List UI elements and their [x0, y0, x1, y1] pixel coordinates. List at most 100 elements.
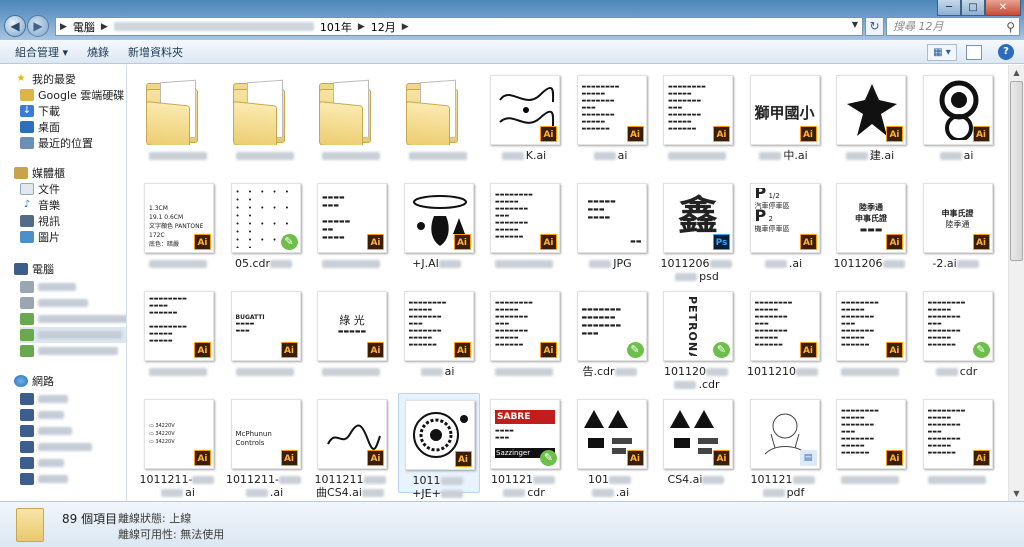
file-item[interactable]: ▬▬▬▬▬▬▬▬ ▬▬▬▬▬ ▬▬▬▬▬▬▬ ▬▬▬ ▬▬▬▬▬▬▬ ▬▬▬▬▬ ▬▬▬▬▬…	[744, 285, 826, 385]
file-thumbnail: ▬▬▬▬▬▬▬▬ ▬▬▬▬▬ ▬▬▬▬▬▬▬ ▬▬▬ ▬▬▬▬▬▬▬ ▬▬▬▬▬ ▬▬▬▬▬…	[403, 291, 474, 361]
file-item[interactable]: ▬▬▬▬▬ ▬▬▬ ▬▬▬▬ ▬▬ JPG	[571, 177, 653, 277]
nav-google-drive[interactable]: Google 雲端硬碟	[20, 87, 124, 103]
file-item[interactable]: ▭ 34220V ▭ 34220V ▭ 34220V Ai 1011211- ai	[138, 393, 220, 499]
breadcrumb-month[interactable]: 12月	[371, 19, 396, 35]
nav-favorites[interactable]: ★ 我的最愛	[14, 71, 76, 87]
file-thumbnail: 綠 光 ▬▬▬▬▬ Ai	[317, 291, 387, 361]
file-item[interactable]: ▬▬▬▬▬▬▬▬ ▬▬▬▬▬ ▬▬▬▬▬▬▬ ▬▬▬ ▬▬▬▬▬▬▬ ▬▬▬▬▬ ▬▬▬▬▬…	[398, 285, 480, 385]
file-item[interactable]: ▤ 101121 pdf	[744, 393, 826, 499]
nav-network-pc[interactable]	[20, 439, 92, 455]
change-view-button[interactable]: ▦ ▾	[927, 44, 957, 61]
file-item[interactable]: PETRONAS ✎ 101120 .cdr	[657, 285, 739, 391]
blurred-text	[495, 260, 553, 268]
nav-network-pc[interactable]	[20, 423, 72, 439]
search-input[interactable]: 搜尋 12月 ⚲	[886, 17, 1020, 36]
file-item[interactable]: 1.3CM19.1 0.6CM文字顏色 PANTONE 172C底色：暗嚴數量1…	[138, 177, 220, 277]
maximize-button[interactable]: □	[961, 0, 985, 16]
nav-music[interactable]: ♪ 音樂	[20, 197, 60, 213]
breadcrumb-year[interactable]: 101年	[320, 19, 352, 35]
file-item[interactable]: McPhunun Controls Ai 1011211- .ai	[225, 393, 307, 499]
file-item[interactable]: 綠 光 ▬▬▬▬▬ Ai	[311, 285, 393, 385]
drive-icon	[20, 281, 34, 293]
file-item[interactable]: Ai K.ai	[484, 69, 566, 169]
nav-network-pc[interactable]	[20, 455, 64, 471]
item-count: 89 個項目	[62, 512, 118, 526]
folder-item[interactable]	[311, 69, 393, 169]
file-item[interactable]: Ai 101 .ai	[571, 393, 653, 499]
preview-pane-button[interactable]	[966, 45, 982, 60]
file-item[interactable]: ▬▬▬▬▬▬▬▬ ▬▬▬▬▬ ▬▬▬▬▬▬▬ ▬▬▬ ▬▬▬▬▬▬▬ ▬▬▬▬▬ ▬▬▬▬▬…	[571, 69, 653, 169]
nav-documents[interactable]: 文件	[20, 181, 60, 197]
folder-item[interactable]	[225, 69, 307, 169]
nav-desktop[interactable]: 桌面	[20, 119, 60, 135]
nav-videos[interactable]: 視訊	[20, 213, 60, 229]
file-item[interactable]: ▬▬▬▬▬▬▬▬ ▬▬▬▬▬ ▬▬▬▬▬▬▬ ▬▬▬ ▬▬▬▬▬▬▬ ▬▬▬▬▬ ▬▬▬▬▬…	[830, 393, 912, 493]
vertical-scrollbar[interactable]: ▲ ▼	[1008, 65, 1024, 501]
burn-button[interactable]: 燒錄	[87, 44, 109, 60]
file-item[interactable]: ▬▬▬▬▬▬▬▬ ▬▬▬▬▬ ▬▬▬▬▬▬▬ ▬▬▬ ▬▬▬▬▬▬▬ ▬▬▬▬▬ ▬▬▬▬▬…	[657, 69, 739, 169]
file-name-line	[484, 257, 564, 270]
file-item[interactable]: ▬▬▬▬ ▬▬▬ ▬▬▬▬▬ ▬▬ ▬▬▬▬ Ai	[311, 177, 393, 277]
file-item[interactable]: ▬▬▬▬▬▬▬ ▬▬▬▬▬▬ ▬▬▬▬▬▬▬ ▬▬▬ ✎ 告.cdr	[571, 285, 653, 385]
scroll-up-arrow[interactable]: ▲	[1009, 65, 1024, 80]
blurred-text	[589, 260, 612, 268]
nav-network-pc[interactable]	[20, 471, 68, 487]
file-item[interactable]: 陸季通 申事氏證 ▬▬▬ Ai 1011206	[830, 177, 912, 277]
file-item[interactable]: ▬▬▬▬▬▬▬▬ ▬▬▬▬▬ ▬▬▬▬▬▬▬ ▬▬▬ ▬▬▬▬▬▬▬ ▬▬▬▬▬ ▬▬▬▬▬…	[917, 285, 999, 385]
file-item[interactable]: ▬▬▬▬▬▬▬▬ ▬▬▬▬▬ ▬▬▬▬▬▬▬ ▬▬▬ ▬▬▬▬▬▬▬ ▬▬▬▬▬ ▬▬▬▬▬…	[917, 393, 999, 493]
file-item[interactable]: Ai ai	[917, 69, 999, 169]
nav-recent[interactable]: 最近的位置	[20, 135, 93, 151]
nav-drive[interactable]	[20, 279, 76, 295]
new-folder-button[interactable]: 新增資料夾	[128, 44, 183, 60]
file-item[interactable]: ▬▬▬▬▬▬▬▬ ▬▬▬▬▬ ▬▬▬▬▬▬▬ ▬▬▬ ▬▬▬▬▬▬▬ ▬▬▬▬▬ ▬▬▬▬▬…	[830, 285, 912, 385]
nav-network-pc[interactable]	[20, 407, 64, 423]
file-name-text: 告.cdr	[582, 365, 615, 378]
forward-button[interactable]: ▶	[27, 15, 49, 37]
nav-drive[interactable]	[20, 327, 126, 343]
nav-network[interactable]: 網路	[14, 373, 54, 389]
nav-drive[interactable]	[20, 343, 118, 359]
file-name-line: .cdr	[657, 378, 737, 391]
file-item[interactable]: ▬▬▬▬▬▬▬▬ ▬▬▬▬▬ ▬▬▬▬▬▬▬ ▬▬▬ ▬▬▬▬▬▬▬ ▬▬▬▬▬ ▬▬▬▬▬…	[484, 177, 566, 277]
refresh-button[interactable]: ↻	[865, 17, 884, 36]
file-item[interactable]: ▬▬▬▬▬▬▬▬ ▬▬▬▬▬ ▬▬▬▬▬▬▬ ▬▬▬ ▬▬▬▬▬▬▬ ▬▬▬▬▬ ▬▬▬▬▬…	[484, 285, 566, 385]
file-item[interactable]: • • • • • • • • • • • • • • • • • • • • • •…	[225, 177, 307, 277]
file-item[interactable]: SABRE ▬▬▬▬ ▬▬▬ Sazzinger ✎ 101121 cdr	[484, 393, 566, 499]
nav-drive[interactable]	[20, 311, 126, 327]
address-bar[interactable]: ▶ 電腦 ▶ 101年 ▶ 12月 ▶ ▼	[55, 17, 863, 36]
file-item[interactable]: 獅甲國小 Ai 中.ai	[744, 69, 826, 169]
file-item[interactable]: Ai CS4.ai	[657, 393, 739, 493]
file-item[interactable]: P 1/2 汽車停車區 P 2 機車停車區 Ai .ai	[744, 177, 826, 277]
file-item[interactable]: BUGATTI ▬▬▬▬ ▬▬▬ Ai	[225, 285, 307, 385]
scroll-thumb[interactable]	[1010, 81, 1023, 261]
breadcrumb-computer[interactable]: 電腦	[73, 19, 95, 35]
file-name-text: ai	[185, 486, 195, 499]
file-item[interactable]: Ai +J.AI	[398, 177, 480, 277]
picture-icon	[20, 231, 34, 243]
file-item[interactable]: 申事氏證 陸季通 Ai -2.ai	[917, 177, 999, 277]
back-button[interactable]: ◀	[4, 15, 26, 37]
folder-item[interactable]	[398, 69, 480, 169]
file-item[interactable]: Ai 1011+JE+ai	[397, 393, 480, 501]
folder-item[interactable]	[138, 69, 220, 169]
help-button[interactable]: ?	[998, 44, 1014, 60]
organize-button[interactable]: 組合管理 ▾	[15, 44, 68, 60]
file-name-line: cdr	[484, 486, 564, 499]
scroll-down-arrow[interactable]: ▼	[1009, 486, 1024, 501]
file-item[interactable]: Ai 建.ai	[830, 69, 912, 169]
nav-libraries[interactable]: 媒體櫃	[14, 165, 65, 181]
illustrator-icon: Ai	[713, 126, 730, 142]
file-item[interactable]: 鑫 Ps 1011206 psd	[657, 177, 739, 283]
nav-pictures[interactable]: 圖片	[20, 229, 60, 245]
nav-network-pc[interactable]	[20, 391, 68, 407]
file-item[interactable]: ▬▬▬▬▬▬▬▬ ▬▬▬▬ ▬▬▬▬▬▬ ▬▬▬▬▬▬▬▬ ▬▬▬▬▬ ▬▬▬▬▬ Ai	[138, 285, 220, 385]
nav-downloads[interactable]: ↓ 下載	[20, 103, 60, 119]
file-item[interactable]: Ai 1011211 曲CS4.ai	[311, 393, 393, 499]
nav-drive[interactable]	[20, 295, 88, 311]
file-name	[657, 149, 737, 162]
chevron-down-icon[interactable]: ▼	[852, 20, 858, 29]
close-button[interactable]: ✕	[985, 0, 1021, 16]
nav-computer[interactable]: 電腦	[14, 261, 54, 277]
minimize-button[interactable]: ─	[937, 0, 961, 16]
file-thumbnail: ▬▬▬▬▬▬▬▬ ▬▬▬▬▬ ▬▬▬▬▬▬▬ ▬▬▬ ▬▬▬▬▬▬▬ ▬▬▬▬▬ ▬▬▬▬▬…	[749, 291, 820, 361]
